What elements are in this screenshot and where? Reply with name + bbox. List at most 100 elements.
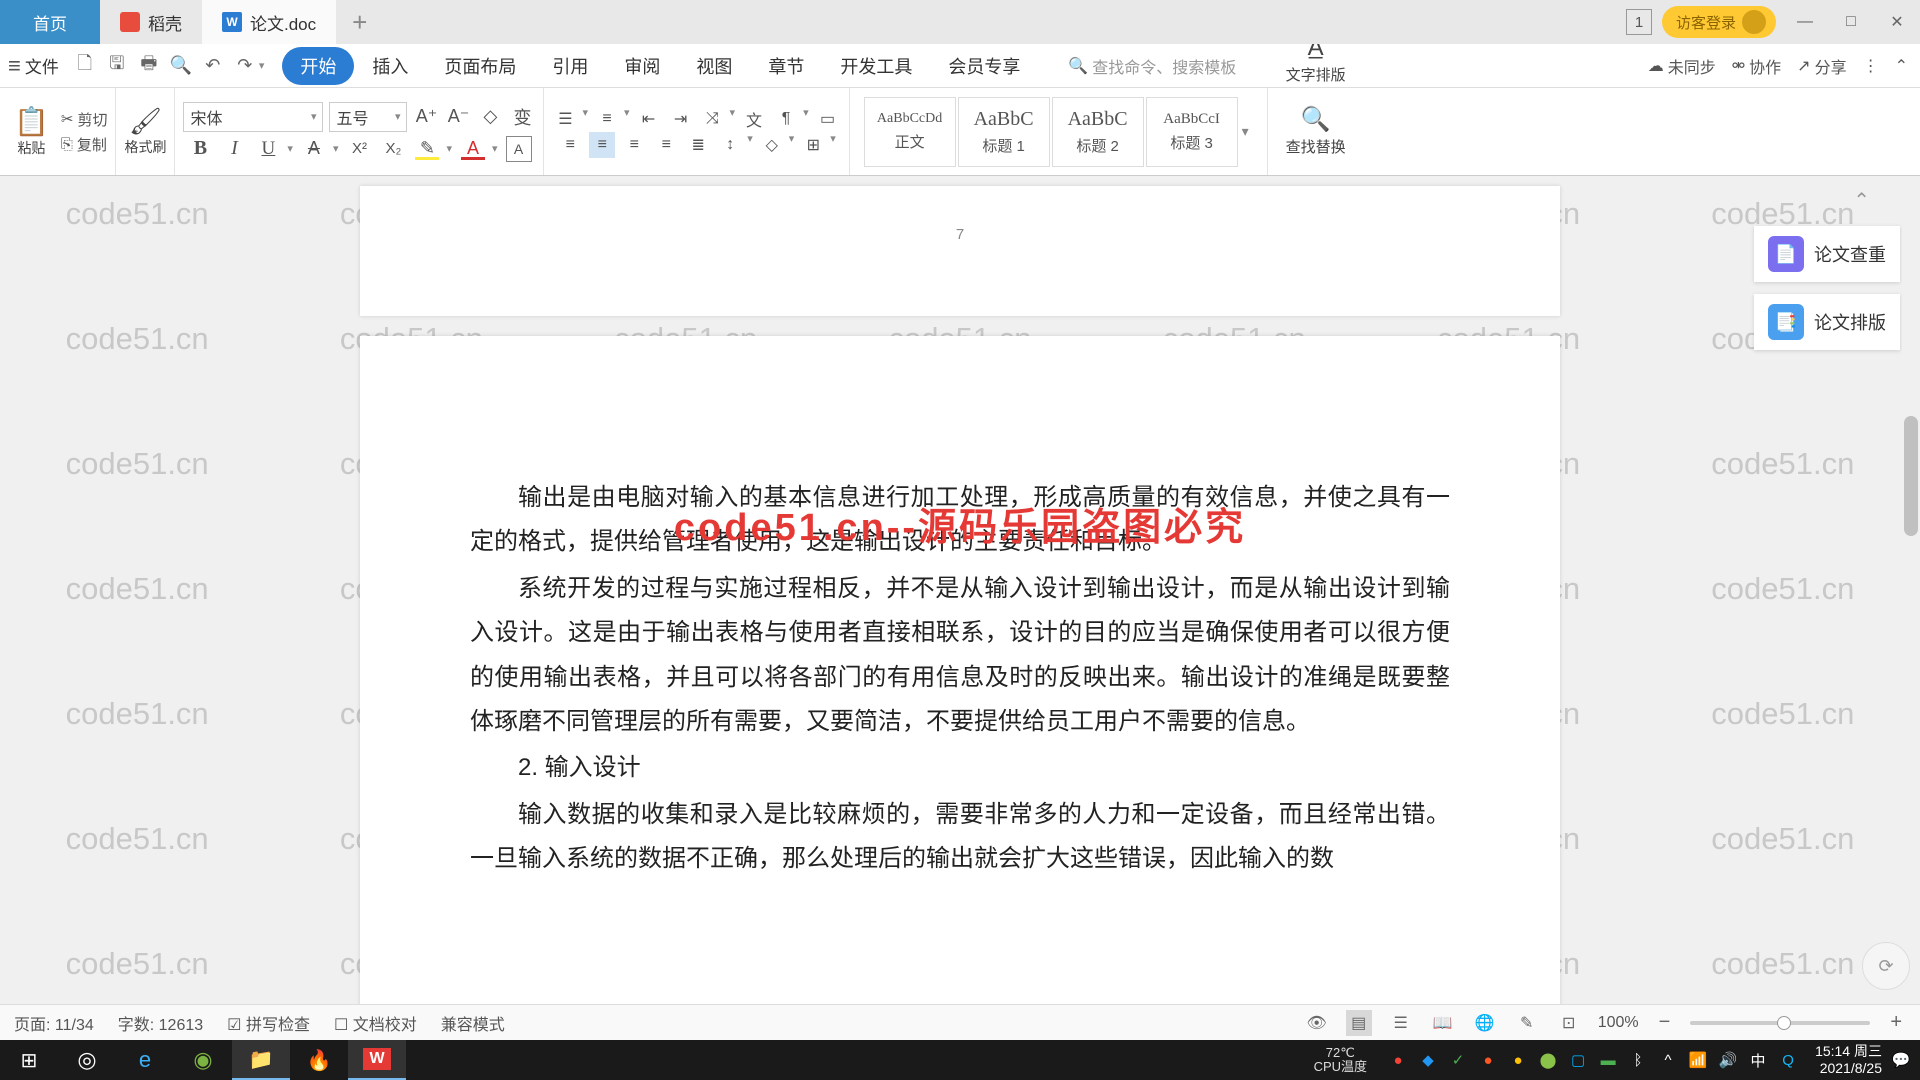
italic-button[interactable]: I	[221, 136, 247, 162]
tab-doc[interactable]: W论文.doc	[202, 0, 336, 44]
strike-button[interactable]: A	[301, 136, 327, 162]
qat-save2-icon[interactable]: 🖫	[104, 53, 130, 79]
scroll-thumb[interactable]	[1904, 416, 1918, 536]
share-button[interactable]: ↗分享	[1797, 54, 1846, 78]
cut-button[interactable]: ✂ 剪切	[61, 109, 108, 130]
login-button[interactable]: 访客登录	[1662, 6, 1776, 38]
thesis-layout-button[interactable]: 📑论文排版	[1754, 294, 1900, 350]
menu-chapter[interactable]: 章节	[750, 47, 822, 85]
align-right-button[interactable]: ≡	[621, 132, 647, 158]
tray-icon[interactable]: ●	[1477, 1049, 1499, 1071]
size-select[interactable]: 五号▾	[329, 102, 407, 132]
clock[interactable]: 15:14 周三2021/8/25	[1815, 1043, 1882, 1077]
file-menu[interactable]: 文件	[25, 53, 59, 78]
bold-button[interactable]: B	[187, 136, 213, 162]
zoom-out-button[interactable]: −	[1655, 1011, 1675, 1034]
page-break-button[interactable]: ▭	[815, 106, 841, 132]
tray-icon[interactable]: ●	[1507, 1049, 1529, 1071]
tray-icon[interactable]: ◆	[1417, 1049, 1439, 1071]
spell-check-toggle[interactable]: ☑ 拼写检查	[227, 1011, 310, 1035]
font-select[interactable]: 宋体▾	[183, 102, 323, 132]
collapse-ribbon-button[interactable]: ⌃	[1895, 56, 1908, 76]
close-button[interactable]: ✕	[1874, 2, 1920, 42]
zoom-in-button[interactable]: +	[1886, 1011, 1906, 1034]
align-justify-button[interactable]: ≡	[653, 132, 679, 158]
align-center-button[interactable]: ≡	[589, 132, 615, 158]
style-h3[interactable]: AaBbCcI标题 3	[1146, 97, 1238, 167]
phonetic-button[interactable]: 变	[509, 104, 535, 130]
proof-toggle[interactable]: ☐ 文档校对	[334, 1011, 417, 1035]
hamburger-icon[interactable]: ≡	[8, 53, 21, 79]
maximize-button[interactable]: □	[1828, 2, 1874, 42]
taskbar-app-1[interactable]: ◎	[58, 1040, 116, 1080]
tab-home[interactable]: 首页	[0, 0, 100, 44]
underline-button[interactable]: U	[255, 136, 281, 162]
show-marks-button[interactable]: ¶	[773, 106, 799, 132]
tray-volume-icon[interactable]: 🔊	[1717, 1049, 1739, 1071]
bullet-list-button[interactable]: ☰	[552, 106, 578, 132]
start-button[interactable]: ⊞	[0, 1040, 58, 1080]
thesis-check-button[interactable]: 📄论文查重	[1754, 226, 1900, 282]
tab-daoke[interactable]: 稻壳	[100, 0, 202, 44]
tray-icon[interactable]: ▬	[1597, 1049, 1619, 1071]
menu-insert[interactable]: 插入	[354, 47, 426, 85]
outline-view-button[interactable]: ☰	[1388, 1010, 1414, 1036]
qat-undo-icon[interactable]: ↶	[200, 53, 226, 79]
zoom-level[interactable]: 100%	[1598, 1014, 1639, 1032]
minimize-button[interactable]: —	[1782, 2, 1828, 42]
subscript-button[interactable]: X₂	[380, 136, 406, 162]
char-border-button[interactable]: A	[506, 136, 532, 162]
menu-start[interactable]: 开始	[282, 47, 354, 85]
paste-icon[interactable]: 📋	[14, 105, 49, 138]
temp-widget[interactable]: 72℃CPU温度	[1314, 1046, 1367, 1075]
tray-ime-icon[interactable]: 中	[1747, 1049, 1769, 1071]
float-assistant-button[interactable]: ⟳	[1862, 942, 1910, 990]
tray-qq-icon[interactable]: Q	[1777, 1049, 1799, 1071]
zoom-thumb[interactable]	[1777, 1016, 1791, 1030]
superscript-button[interactable]: X²	[346, 136, 372, 162]
align-left-button[interactable]: ≡	[557, 132, 583, 158]
tray-icon[interactable]: ▢	[1567, 1049, 1589, 1071]
shading-button[interactable]: ◇	[759, 132, 785, 158]
tray-up-icon[interactable]: ^	[1657, 1049, 1679, 1071]
web-view-button[interactable]: 🌐	[1472, 1010, 1498, 1036]
sort-button[interactable]: ⤨	[700, 106, 726, 132]
indent-dec-button[interactable]: ⇤	[636, 106, 662, 132]
align-distribute-button[interactable]: ≣	[685, 132, 711, 158]
line-spacing-button[interactable]: ↕	[717, 132, 743, 158]
zoom-slider[interactable]	[1690, 1021, 1870, 1025]
menu-ref[interactable]: 引用	[534, 47, 606, 85]
document-text[interactable]: 输出是由电脑对输入的基本信息进行加工处理，形成高质量的有效信息，并使之具有一定的…	[470, 476, 1450, 882]
taskbar-explorer[interactable]: 📁	[232, 1040, 290, 1080]
shrink-font-button[interactable]: A⁻	[445, 104, 471, 130]
menu-view[interactable]: 视图	[678, 47, 750, 85]
qat-dropdown-icon[interactable]: ▾	[259, 59, 265, 72]
search-command-input[interactable]: 🔍查找命令、搜索模板	[1068, 54, 1236, 78]
tray-icon[interactable]: ●	[1387, 1049, 1409, 1071]
tray-bluetooth-icon[interactable]: ᛒ	[1627, 1049, 1649, 1071]
grow-font-button[interactable]: A⁺	[413, 104, 439, 130]
tray-wifi-icon[interactable]: 📶	[1687, 1049, 1709, 1071]
qat-redo-icon[interactable]: ↷	[232, 53, 258, 79]
style-h1[interactable]: AaBbC标题 1	[958, 97, 1050, 167]
text-color-button[interactable]: A	[460, 136, 486, 162]
find-replace-button[interactable]: 🔍查找替换	[1286, 105, 1346, 157]
page-current[interactable]: 输出是由电脑对输入的基本信息进行加工处理，形成高质量的有效信息，并使之具有一定的…	[360, 336, 1560, 1040]
tray-icon[interactable]: ⬤	[1537, 1049, 1559, 1071]
eye-mode-button[interactable]: 👁	[1304, 1010, 1330, 1036]
page-view-button[interactable]: ▤	[1346, 1010, 1372, 1036]
tray-icon[interactable]: ✓	[1447, 1049, 1469, 1071]
highlight-button[interactable]: ✎	[414, 136, 440, 162]
fit-button[interactable]: ⊡	[1556, 1010, 1582, 1036]
sync-button[interactable]: ☁未同步	[1648, 54, 1716, 78]
qat-print-icon[interactable]: 🖶	[136, 53, 162, 79]
notification-center-button[interactable]: 💬	[1890, 1049, 1912, 1071]
indent-inc-button[interactable]: ⇥	[668, 106, 694, 132]
menu-review[interactable]: 审阅	[606, 47, 678, 85]
taskbar-ie[interactable]: e	[116, 1040, 174, 1080]
collab-button[interactable]: ⚮协作	[1732, 54, 1781, 78]
qat-save-icon[interactable]: 🗋	[72, 53, 98, 79]
style-h2[interactable]: AaBbC标题 2	[1052, 97, 1144, 167]
add-tab-button[interactable]: +	[336, 7, 383, 38]
more-menu[interactable]: ⋮	[1863, 56, 1879, 76]
